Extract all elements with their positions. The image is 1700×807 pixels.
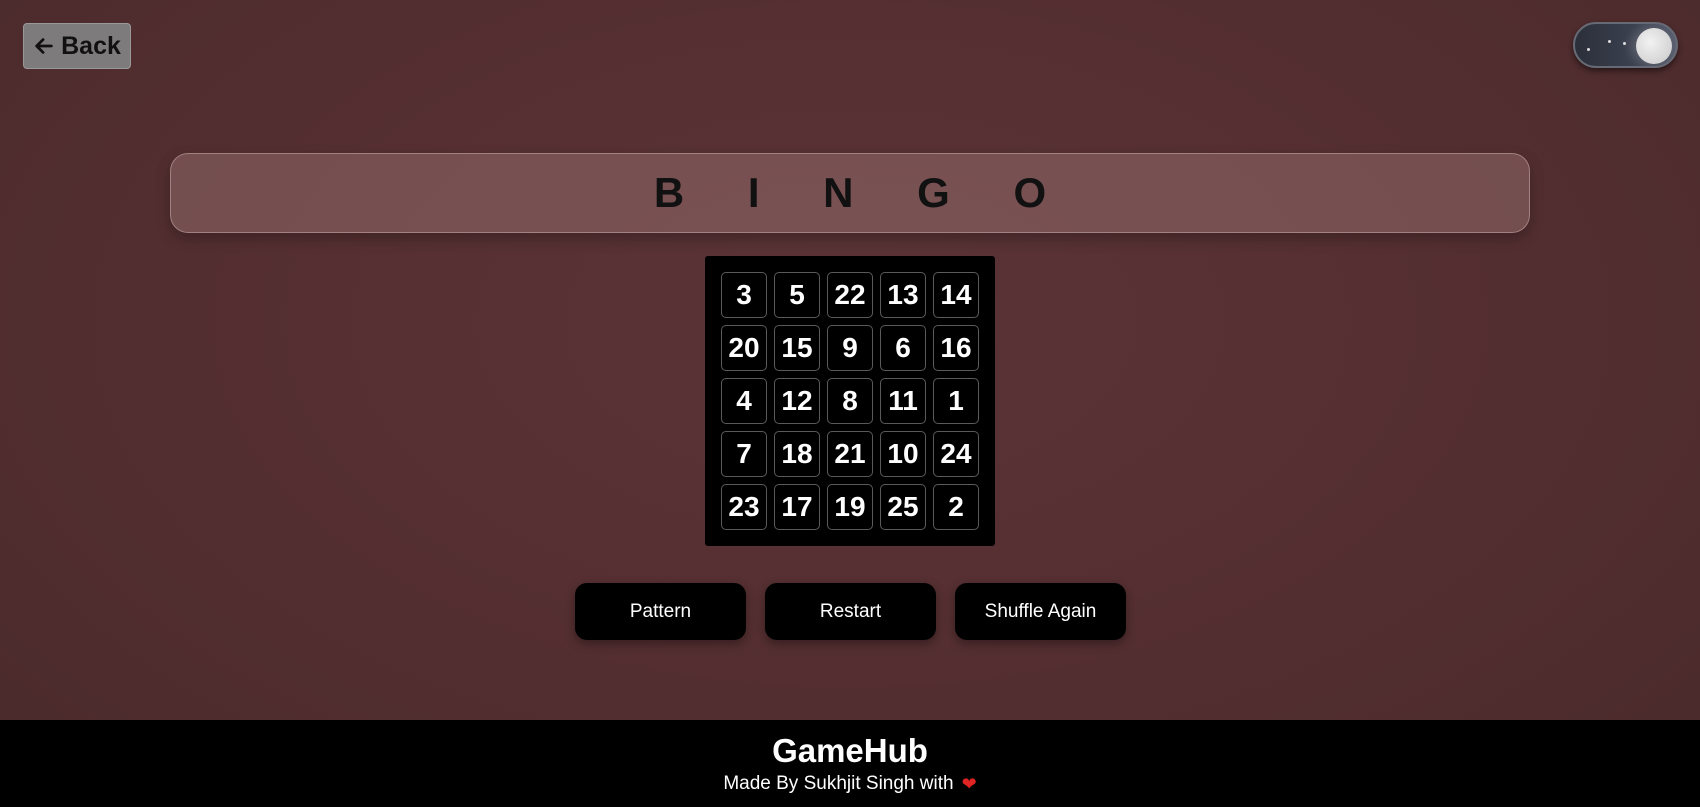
bingo-cell[interactable]: 11 xyxy=(880,378,926,424)
bingo-cell[interactable]: 17 xyxy=(774,484,820,530)
bingo-cell[interactable]: 21 xyxy=(827,431,873,477)
footer-credit: Made By Sukhjit Singh with ❤ xyxy=(723,771,976,797)
bingo-cell[interactable]: 16 xyxy=(933,325,979,371)
bingo-cell[interactable]: 22 xyxy=(827,272,873,318)
action-buttons: Pattern Restart Shuffle Again xyxy=(575,583,1126,640)
star-icon xyxy=(1623,42,1626,45)
arrow-left-icon xyxy=(35,38,53,54)
bingo-cell[interactable]: 25 xyxy=(880,484,926,530)
star-icon xyxy=(1587,48,1590,51)
pattern-button[interactable]: Pattern xyxy=(575,583,746,640)
restart-button[interactable]: Restart xyxy=(765,583,936,640)
bingo-cell[interactable]: 5 xyxy=(774,272,820,318)
moon-icon xyxy=(1636,28,1672,64)
bingo-cell[interactable]: 3 xyxy=(721,272,767,318)
bingo-cell[interactable]: 19 xyxy=(827,484,873,530)
bingo-cell[interactable]: 24 xyxy=(933,431,979,477)
bingo-cell[interactable]: 13 xyxy=(880,272,926,318)
bingo-cell[interactable]: 2 xyxy=(933,484,979,530)
game-title-bar: B I N G O xyxy=(170,153,1530,233)
footer: GameHub Made By Sukhjit Singh with ❤ xyxy=(0,720,1700,807)
bingo-cell[interactable]: 7 xyxy=(721,431,767,477)
bingo-cell[interactable]: 10 xyxy=(880,431,926,477)
bingo-cell[interactable]: 23 xyxy=(721,484,767,530)
bingo-cell[interactable]: 12 xyxy=(774,378,820,424)
theme-toggle[interactable] xyxy=(1573,22,1678,68)
bingo-cell[interactable]: 20 xyxy=(721,325,767,371)
bingo-cell[interactable]: 6 xyxy=(880,325,926,371)
bingo-cell[interactable]: 18 xyxy=(774,431,820,477)
footer-credit-text: Made By Sukhjit Singh with xyxy=(723,772,954,794)
game-title: B I N G O xyxy=(653,169,1073,216)
bingo-board: 3 5 22 13 14 20 15 9 6 16 4 12 8 11 1 7 … xyxy=(705,256,995,546)
bingo-cell[interactable]: 9 xyxy=(827,325,873,371)
footer-title: GameHub xyxy=(772,731,928,769)
bingo-cell[interactable]: 14 xyxy=(933,272,979,318)
back-button[interactable]: Back xyxy=(23,23,131,69)
shuffle-again-button[interactable]: Shuffle Again xyxy=(955,583,1126,640)
bingo-cell[interactable]: 15 xyxy=(774,325,820,371)
bingo-cell[interactable]: 8 xyxy=(827,378,873,424)
back-button-label: Back xyxy=(61,31,121,60)
bingo-cell[interactable]: 1 xyxy=(933,378,979,424)
star-icon xyxy=(1608,40,1611,43)
heart-icon: ❤ xyxy=(961,773,977,794)
bingo-cell[interactable]: 4 xyxy=(721,378,767,424)
